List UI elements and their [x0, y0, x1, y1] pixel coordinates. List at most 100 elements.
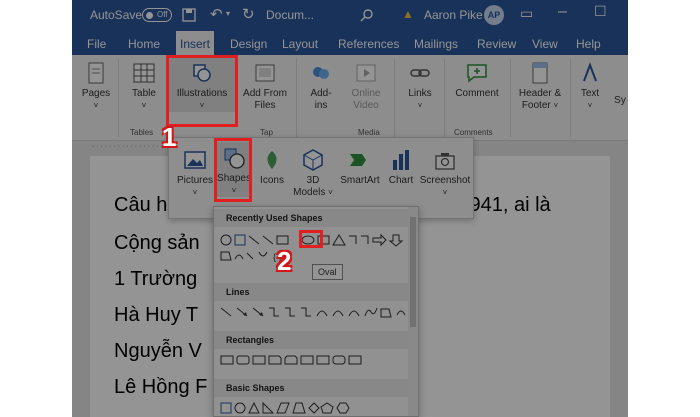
- autosave-label: AutoSave: [90, 8, 143, 22]
- smartart-button[interactable]: SmartArt: [337, 144, 383, 187]
- doc-line-6: Lê Hồng F: [114, 376, 208, 398]
- comment-label: Comment: [455, 88, 499, 99]
- comment-icon: [467, 64, 487, 83]
- basic-shapes-icons: [220, 401, 350, 414]
- doc-line-2: Cộng sản: [114, 232, 200, 254]
- tab-file[interactable]: File: [87, 37, 106, 51]
- shapes-highlight: [214, 138, 252, 202]
- 3d-models-label-line1: 3D: [306, 175, 320, 186]
- 3d-models-label-line2: Models: [293, 187, 326, 198]
- table-icon: [133, 63, 155, 83]
- lines-heading: Lines: [214, 283, 408, 301]
- tab-layout[interactable]: Layout: [282, 37, 318, 51]
- ribbon-display-icon[interactable]: ▭: [520, 5, 533, 22]
- table-button[interactable]: Table ˅: [124, 57, 164, 112]
- warning-icon: ▲: [402, 7, 414, 21]
- autosave-toggle[interactable]: Off: [142, 8, 172, 22]
- scroll-thumb[interactable]: [410, 217, 416, 327]
- table-label: Table: [132, 88, 156, 99]
- addins-label-line1: Add-: [310, 88, 332, 99]
- tab-design[interactable]: Design: [230, 37, 267, 51]
- undo-dropdown-icon[interactable]: ▾: [226, 9, 230, 18]
- shapes-scrollbar[interactable]: [408, 207, 418, 416]
- recent-shapes-icons-2: { }: [220, 251, 282, 262]
- group-tables: Tables: [130, 128, 154, 137]
- word-window: AutoSave Off ↶ ▾ ↻ Docum... ▲ Aaron Pike…: [72, 0, 628, 417]
- step-2-badge: 2: [277, 246, 292, 276]
- camera-icon: [435, 153, 455, 170]
- add-from-files-button[interactable]: Add From Files: [240, 57, 290, 112]
- user-name: Aaron Pike: [424, 8, 483, 22]
- screenshot-label: Screenshot: [419, 175, 471, 186]
- title-bar: AutoSave Off ↶ ▾ ↻ Docum... ▲ Aaron Pike…: [72, 0, 628, 31]
- maximize-icon[interactable]: ☐: [594, 3, 607, 20]
- icons-button[interactable]: Icons: [255, 144, 289, 187]
- line-shapes-icons: [220, 307, 406, 318]
- group-tap: Tap: [260, 128, 273, 137]
- tab-home[interactable]: Home: [128, 37, 160, 51]
- text-label: Text: [580, 88, 600, 99]
- 3d-models-button[interactable]: 3D Models ˅: [291, 144, 335, 199]
- chart-icon: [393, 150, 409, 170]
- lines-row[interactable]: [219, 305, 413, 319]
- redo-icon[interactable]: ↻: [242, 5, 255, 23]
- online-video-label-line2: Video: [353, 100, 379, 111]
- doc-line-1a: Câu h: [114, 194, 168, 216]
- avatar[interactable]: AP: [484, 5, 504, 25]
- symbols-label: Sy: [614, 95, 626, 106]
- pictures-icon: [184, 151, 206, 169]
- rectangles-row[interactable]: [219, 353, 413, 367]
- tab-references[interactable]: References: [338, 37, 399, 51]
- text-button[interactable]: Text ˅: [574, 57, 606, 112]
- links-label: Links: [408, 88, 432, 99]
- step-1-badge: 1: [162, 122, 177, 152]
- divider: [394, 59, 395, 137]
- rectangles-heading: Rectangles: [214, 331, 408, 349]
- pages-icon: [88, 62, 104, 84]
- icons-icon: [267, 151, 277, 169]
- text-box-icon: [583, 62, 597, 82]
- addins-icon: [313, 67, 329, 79]
- doc-line-4: Hà Huy T: [114, 304, 199, 326]
- rectangle-shapes-icons: [220, 355, 362, 365]
- tab-mailings[interactable]: Mailings: [414, 37, 458, 51]
- oval-highlight: [299, 230, 323, 248]
- illustrations-highlight: [166, 55, 238, 127]
- divider: [510, 59, 511, 137]
- online-video-button[interactable]: Online Video: [344, 57, 388, 112]
- screenshot-button[interactable]: Screenshot ˅: [419, 144, 471, 199]
- pages-button[interactable]: Pages ˅: [78, 57, 114, 112]
- divider: [296, 59, 297, 137]
- doc-line-3: 1 Trường: [114, 268, 198, 290]
- link-icon: [410, 69, 430, 77]
- smartart-label: SmartArt: [340, 175, 380, 186]
- tab-insert[interactable]: Insert: [176, 31, 215, 55]
- document-title[interactable]: Docum...: [266, 8, 314, 22]
- doc-line-5: Nguyễn V: [114, 340, 202, 362]
- tab-help[interactable]: Help: [576, 37, 601, 51]
- ribbon-tabs: File Home Insert Design Layout Reference…: [72, 31, 628, 55]
- pictures-button[interactable]: Pictures ˅: [175, 144, 215, 199]
- symbols-button[interactable]: Sy: [612, 95, 628, 107]
- links-button[interactable]: Links ˅: [400, 57, 440, 112]
- minimize-icon[interactable]: –: [558, 3, 567, 21]
- search-icon[interactable]: [360, 8, 374, 25]
- recent-shapes-row-2[interactable]: { }: [219, 249, 319, 263]
- smartart-icon: [350, 154, 366, 166]
- chart-button[interactable]: Chart: [385, 144, 417, 187]
- tab-view[interactable]: View: [532, 37, 558, 51]
- basic-shapes-row[interactable]: [219, 401, 413, 415]
- cube-icon: [303, 149, 323, 171]
- comment-button[interactable]: Comment: [448, 57, 506, 100]
- group-comments: Comments: [454, 128, 493, 137]
- add-from-files-label-line2: Files: [254, 100, 276, 111]
- chart-label: Chart: [388, 175, 414, 186]
- addins-button[interactable]: Add-ins: [302, 57, 340, 112]
- save-icon[interactable]: [182, 8, 196, 25]
- header-footer-icon: [532, 62, 548, 84]
- header-footer-button[interactable]: Header & Footer ˅: [514, 57, 566, 112]
- add-from-files-label-line1: Add From: [243, 88, 287, 99]
- header-footer-label-line1: Header &: [518, 88, 562, 99]
- undo-icon[interactable]: ↶: [210, 5, 223, 23]
- tab-review[interactable]: Review: [477, 37, 516, 51]
